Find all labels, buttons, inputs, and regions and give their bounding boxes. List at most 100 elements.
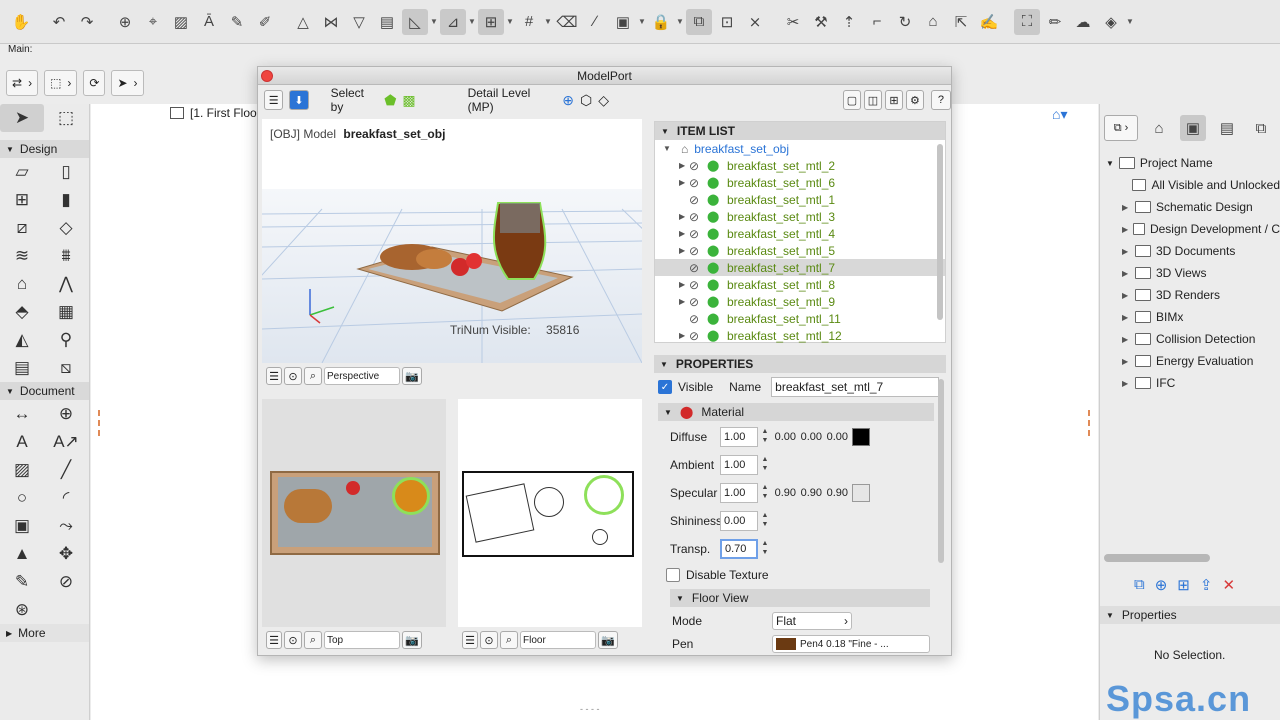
navigator-item[interactable]: All Visible and Unlocked bbox=[1100, 174, 1280, 196]
window-tool-icon[interactable]: ⊞ bbox=[0, 186, 44, 214]
triangle-right-icon[interactable]: ▶ bbox=[679, 178, 689, 187]
item-list-row[interactable]: ⊘ ⬤ breakfast_set_mtl_1 bbox=[655, 191, 945, 208]
grid-tool-icon[interactable]: ⊛ bbox=[0, 596, 44, 624]
document-section-header[interactable]: ▼ Document bbox=[0, 382, 89, 400]
chevron-down-icon[interactable]: ▼ bbox=[544, 17, 552, 26]
triangle-right-icon[interactable]: ▶ bbox=[1122, 291, 1130, 300]
find-select-icon[interactable]: ⊕ bbox=[112, 9, 138, 35]
hotspot-tool-icon[interactable]: ▲ bbox=[0, 540, 44, 568]
zoom-fit-icon[interactable]: ⊙ bbox=[480, 631, 498, 649]
split-layout-icon[interactable]: ◫ bbox=[863, 90, 882, 110]
clone-folder-icon[interactable]: ⧉ bbox=[1134, 576, 1145, 594]
chevron-down-icon[interactable]: ▼ bbox=[430, 17, 438, 26]
view-mode-select[interactable]: Top bbox=[324, 631, 400, 649]
hammer-icon[interactable]: ⚒ bbox=[808, 9, 834, 35]
zoom-icon[interactable]: ⌕ bbox=[500, 631, 518, 649]
zoom-fit-icon[interactable]: ⊙ bbox=[284, 631, 302, 649]
modelport-titlebar[interactable]: ModelPort bbox=[258, 67, 951, 85]
chevron-down-icon[interactable]: ▼ bbox=[468, 17, 476, 26]
rotate-tool[interactable]: ⟳ bbox=[83, 70, 106, 96]
shininess-input[interactable]: 0.00 bbox=[720, 511, 758, 531]
properties-header[interactable]: ▼ PROPERTIES bbox=[654, 355, 946, 373]
ruler-angle-icon[interactable]: ◺ bbox=[402, 8, 428, 35]
marquee-tool-icon[interactable]: ⬚ bbox=[44, 104, 88, 132]
slab-tool-icon[interactable]: ◇ bbox=[44, 214, 88, 242]
skylight-tool-icon[interactable]: ⬘ bbox=[0, 298, 44, 326]
item-list-row[interactable]: ▶ ⊘ ⬤ breakfast_set_mtl_12 bbox=[655, 327, 945, 344]
view-mode-select[interactable]: Perspective bbox=[324, 367, 400, 385]
house-view-icon[interactable]: ⌂▾ bbox=[1052, 106, 1067, 123]
pencil-icon[interactable]: ∕ bbox=[582, 9, 608, 35]
chevron-down-icon[interactable]: ▼ bbox=[1126, 17, 1134, 26]
navigator-item[interactable]: ▶ Schematic Design bbox=[1100, 196, 1280, 218]
gear-icon[interactable]: ⚙ bbox=[905, 90, 924, 110]
morph-tool-icon[interactable]: ◭ bbox=[0, 326, 44, 354]
door-tool-icon[interactable]: ▯ bbox=[44, 158, 88, 186]
hand-icon[interactable]: ✋ bbox=[8, 9, 34, 35]
disable-texture-checkbox[interactable] bbox=[666, 568, 680, 582]
mode-select[interactable]: Flat › bbox=[772, 612, 852, 630]
diamond-icon[interactable]: ◇ bbox=[598, 92, 609, 109]
specular-color-swatch[interactable] bbox=[852, 484, 870, 502]
help-button[interactable]: ? bbox=[930, 90, 951, 110]
item-list-row[interactable]: ▶ ⊘ ⬤ breakfast_set_mtl_4 bbox=[655, 225, 945, 242]
properties-scrollbar[interactable] bbox=[938, 379, 944, 563]
home-icon[interactable]: ⌂ bbox=[920, 9, 946, 35]
diffuse-color-swatch[interactable] bbox=[852, 428, 870, 446]
mirror-icon[interactable]: ⋈ bbox=[318, 9, 344, 35]
render-icon[interactable]: ◈ bbox=[1098, 9, 1124, 35]
triangle-down-icon[interactable]: ▽ bbox=[346, 9, 372, 35]
chevron-down-icon[interactable]: ▼ bbox=[506, 17, 514, 26]
zone-tool-icon[interactable]: ▤ bbox=[0, 354, 44, 382]
beam-tool-icon[interactable]: ⧄ bbox=[0, 214, 44, 242]
triangle-right-icon[interactable]: ▶ bbox=[1122, 335, 1130, 344]
marquee-dropdown[interactable]: ⬚ › bbox=[44, 70, 78, 96]
syringe-icon[interactable]: ✐ bbox=[252, 9, 278, 35]
item-list-row[interactable]: ▶ ⊘ ⬤ breakfast_set_mtl_9 bbox=[655, 293, 945, 310]
drawing-tool-icon[interactable]: ✎ bbox=[0, 568, 44, 596]
select-frame-icon[interactable]: ⛶ bbox=[1014, 8, 1040, 35]
pen-select[interactable]: Pen4 0.18 "Fine - ... bbox=[772, 635, 930, 653]
scissors-icon[interactable]: ✂ bbox=[780, 9, 806, 35]
navigator-item[interactable]: ▶ Energy Evaluation bbox=[1100, 350, 1280, 372]
transp-stepper[interactable]: ▲ ▼ bbox=[760, 539, 770, 559]
wall-tool-icon[interactable]: ▱ bbox=[0, 158, 44, 186]
specular-b[interactable]: 0.90 bbox=[822, 487, 848, 499]
column-tool-icon[interactable]: ▮ bbox=[44, 186, 88, 214]
layout-book-icon[interactable]: ▤ bbox=[1214, 115, 1240, 141]
eyedropper-icon[interactable]: ✎ bbox=[224, 9, 250, 35]
triangle-right-icon[interactable]: ▶ bbox=[1122, 313, 1130, 322]
close-button[interactable] bbox=[261, 70, 273, 82]
item-list-row[interactable]: ⊘ ⬤ breakfast_set_mtl_11 bbox=[655, 310, 945, 327]
triangle-right-icon[interactable]: ▶ bbox=[1122, 225, 1128, 234]
diffuse-input[interactable]: 1.00 bbox=[720, 427, 758, 447]
worksheet-tool-icon[interactable]: ⊘ bbox=[44, 568, 88, 596]
chevron-down-icon[interactable]: ▼ bbox=[676, 17, 684, 26]
diffuse-b[interactable]: 0.00 bbox=[822, 431, 848, 443]
lock-icon[interactable]: 🔒 bbox=[648, 9, 674, 35]
item-list-row[interactable]: ⊘ ⬤ breakfast_set_mtl_7 bbox=[655, 259, 945, 276]
view-menu-icon[interactable]: ☰ bbox=[266, 367, 282, 385]
item-list-root[interactable]: ▼ ⌂ breakfast_set_obj bbox=[655, 140, 945, 157]
dimension-icon[interactable]: ⊡ bbox=[714, 9, 740, 35]
triangle-right-icon[interactable]: ▶ bbox=[679, 297, 689, 306]
triangle-right-icon[interactable]: ▶ bbox=[1122, 269, 1130, 278]
hatch-icon[interactable]: ▤ bbox=[374, 9, 400, 35]
delete-icon[interactable]: ✕ bbox=[1222, 576, 1235, 594]
design-section-header[interactable]: ▼ Design bbox=[0, 140, 89, 158]
view-tab[interactable]: [1. First Floo bbox=[170, 106, 257, 120]
label-tool-icon[interactable]: Ā bbox=[196, 9, 222, 35]
project-root-row[interactable]: ▼ Project Name bbox=[1100, 152, 1280, 174]
navigator-item[interactable]: ▶ 3D Documents bbox=[1100, 240, 1280, 262]
triangle-right-icon[interactable]: ▶ bbox=[679, 229, 689, 238]
single-layout-icon[interactable]: ▢ bbox=[842, 90, 861, 110]
cross-icon[interactable]: ⨯ bbox=[742, 9, 768, 35]
transp-input[interactable]: 0.70 bbox=[720, 539, 758, 559]
text-tool-icon[interactable]: A bbox=[0, 428, 44, 456]
edit-icon[interactable]: ✍ bbox=[976, 9, 1002, 35]
curtain-wall-tool-icon[interactable]: ▦ bbox=[44, 298, 88, 326]
circle-tool-icon[interactable]: ○ bbox=[0, 484, 44, 512]
camera-icon[interactable]: 📷 bbox=[598, 631, 618, 649]
triangle-right-icon[interactable]: ▶ bbox=[679, 280, 689, 289]
item-list-scrollbar[interactable] bbox=[937, 144, 943, 320]
